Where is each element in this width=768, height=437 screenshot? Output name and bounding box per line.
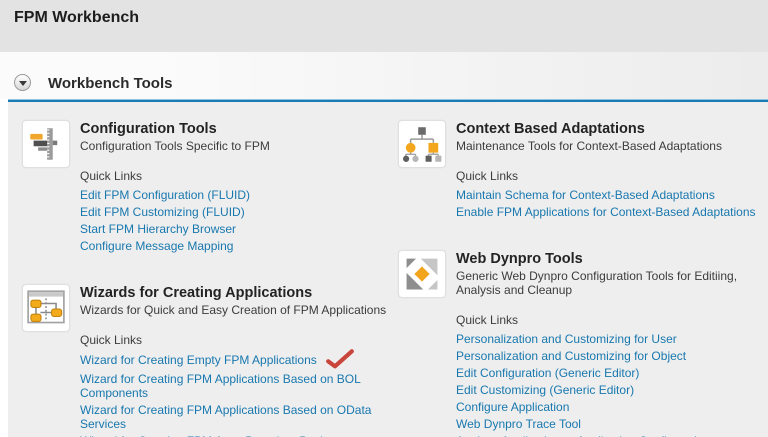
section-collapse-button[interactable] — [14, 74, 31, 91]
quick-link[interactable]: Wizard for Creating FPM Applications Bas… — [80, 403, 390, 431]
link-row: Maintain Schema for Context-Based Adapta… — [456, 188, 760, 202]
quick-links-list: Personalization and Customizing for User… — [456, 332, 760, 437]
app-header: FPM Workbench — [0, 0, 768, 52]
quick-link[interactable]: Wizard for Creating FPM Applications Bas… — [80, 372, 390, 400]
group-subtitle: Wizards for Quick and Easy Creation of F… — [80, 304, 388, 318]
section-header: Workbench Tools — [0, 52, 768, 99]
link-row: Configure Application — [456, 400, 760, 414]
group-subtitle: Maintenance Tools for Context-Based Adap… — [456, 140, 760, 154]
link-row: Web Dynpro Trace Tool — [456, 417, 760, 431]
link-row: Wizard for Creating FPM Applications Bas… — [80, 372, 390, 400]
quick-link[interactable]: Enable FPM Applications for Context-Base… — [456, 205, 756, 219]
quick-link[interactable]: Edit FPM Configuration (FLUID) — [80, 188, 250, 202]
workbench-tools-panel: Configuration Tools Configuration Tools … — [8, 102, 768, 437]
wizard-flow-icon — [22, 284, 70, 332]
quick-link[interactable]: Start FPM Hierarchy Browser — [80, 222, 236, 236]
group-context-based-adaptations: Context Based Adaptations Maintenance To… — [398, 120, 760, 222]
link-row: Enable FPM Applications for Context-Base… — [456, 205, 760, 219]
column-right: Context Based Adaptations Maintenance To… — [390, 120, 760, 437]
quick-link[interactable]: Web Dynpro Trace Tool — [456, 417, 581, 431]
page-title: FPM Workbench — [14, 9, 754, 27]
context-tree-icon — [398, 120, 446, 168]
quick-links-label: Quick Links — [80, 333, 390, 347]
link-row: Wizard for Creating FPM Applications Bas… — [80, 403, 390, 431]
group-subtitle: Configuration Tools Specific to FPM — [80, 140, 388, 154]
quick-link[interactable]: Wizard for Creating Empty FPM Applicatio… — [80, 353, 317, 367]
link-row: Edit FPM Customizing (FLUID) — [80, 205, 390, 219]
quick-link[interactable]: Edit FPM Customizing (FLUID) — [80, 205, 245, 219]
caliper-icon — [22, 120, 70, 168]
quick-links-label: Quick Links — [80, 169, 390, 183]
quick-link[interactable]: Configure Application — [456, 400, 569, 414]
red-checkmark-icon — [325, 349, 355, 369]
quick-link[interactable]: Personalization and Customizing for User — [456, 332, 677, 346]
quick-link[interactable]: Personalization and Customizing for Obje… — [456, 349, 686, 363]
group-title: Web Dynpro Tools — [456, 251, 760, 267]
group-title: Context Based Adaptations — [456, 121, 760, 137]
link-row: Configure Message Mapping — [80, 239, 390, 253]
quick-link[interactable]: Maintain Schema for Context-Based Adapta… — [456, 188, 715, 202]
link-row: Wizard for Creating Empty FPM Applicatio… — [80, 352, 390, 369]
link-row: Start FPM Hierarchy Browser — [80, 222, 390, 236]
quick-link[interactable]: Edit Configuration (Generic Editor) — [456, 366, 639, 380]
triangle-down-icon — [19, 81, 27, 86]
group-subtitle: Generic Web Dynpro Configuration Tools f… — [456, 270, 760, 298]
link-row: Edit Configuration (Generic Editor) — [456, 366, 760, 380]
group-title: Configuration Tools — [80, 121, 390, 137]
group-wizards-for-creating-applications: Wizards for Creating Applications Wizard… — [22, 284, 390, 437]
quick-links-list: Maintain Schema for Context-Based Adapta… — [456, 188, 760, 219]
section-title: Workbench Tools — [48, 75, 172, 92]
quick-links-label: Quick Links — [456, 313, 760, 327]
link-row: Personalization and Customizing for User — [456, 332, 760, 346]
quick-link[interactable]: Edit Customizing (Generic Editor) — [456, 383, 634, 397]
column-left: Configuration Tools Configuration Tools … — [22, 120, 390, 437]
group-web-dynpro-tools: Web Dynpro Tools Generic Web Dynpro Conf… — [398, 250, 760, 437]
link-row: Edit FPM Configuration (FLUID) — [80, 188, 390, 202]
link-row: Personalization and Customizing for Obje… — [456, 349, 760, 363]
link-row: Edit Customizing (Generic Editor) — [456, 383, 760, 397]
group-title: Wizards for Creating Applications — [80, 285, 390, 301]
pinwheel-icon — [398, 250, 446, 298]
quick-link[interactable]: Configure Message Mapping — [80, 239, 233, 253]
quick-links-label: Quick Links — [456, 169, 760, 183]
group-configuration-tools: Configuration Tools Configuration Tools … — [22, 120, 390, 256]
quick-links-list: Wizard for Creating Empty FPM Applicatio… — [80, 352, 390, 437]
quick-links-list: Edit FPM Configuration (FLUID) Edit FPM C… — [80, 188, 390, 253]
